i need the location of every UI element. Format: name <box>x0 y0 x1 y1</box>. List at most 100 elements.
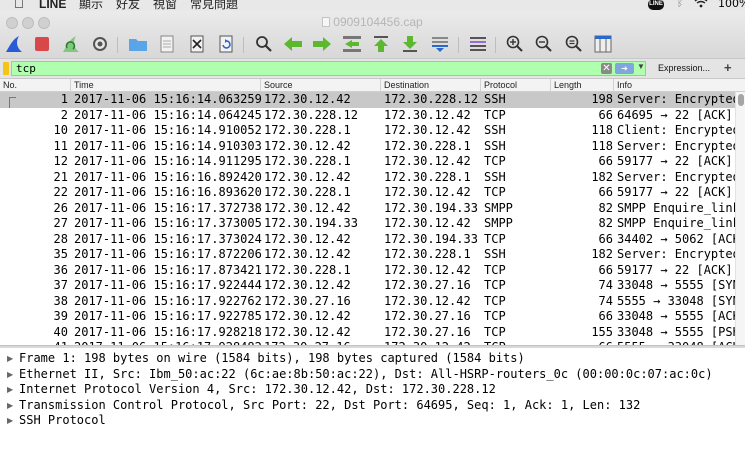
table-row[interactable]: 28 2017-11-06 15:16:17.373024 172.30.12.42… <box>0 232 735 248</box>
bluetooth-icon[interactable]: ᛒ <box>677 0 683 9</box>
menu-item-faq[interactable]: 常見問題 <box>190 0 238 11</box>
cell-info: Server: Encrypted packet (len=52) <box>617 138 735 153</box>
detail-tree-item[interactable]: ▶ Internet Protocol Version 4, Src: 172.3… <box>0 382 745 398</box>
table-row[interactable]: 2 2017-11-06 15:16:14.064245 172.30.228.12… <box>0 108 735 124</box>
normal-size-button[interactable] <box>562 34 586 56</box>
clear-filter-button[interactable]: ✕ <box>601 63 612 74</box>
battery-percent[interactable]: 100% <box>718 0 745 10</box>
cell-time: 2017-11-06 15:16:17.922785 <box>74 309 262 323</box>
restart-capture-button[interactable] <box>59 34 83 56</box>
first-packet-button[interactable] <box>369 34 393 56</box>
table-row[interactable]: 12 2017-11-06 15:16:14.911295 172.30.228.1… <box>0 154 735 170</box>
go-back-button[interactable] <box>281 34 305 56</box>
cell-proto: SSH <box>484 138 506 153</box>
stop-capture-button[interactable] <box>30 34 54 56</box>
expand-arrow-icon[interactable]: ▶ <box>7 351 13 367</box>
go-forward-button[interactable] <box>310 34 334 56</box>
menu-item-window[interactable]: 視窗 <box>153 0 177 11</box>
detail-tree-label: Transmission Control Protocol, Src Port:… <box>19 397 641 412</box>
menu-app-name[interactable]: LINE <box>39 0 66 11</box>
table-row[interactable]: 10 2017-11-06 15:16:14.910052 172.30.228.1… <box>0 123 735 139</box>
zoom-in-button[interactable] <box>503 34 527 56</box>
table-row[interactable]: 37 2017-11-06 15:16:17.922444 172.30.12.42… <box>0 278 735 294</box>
colorize-button[interactable] <box>466 34 490 56</box>
wifi-icon[interactable] <box>694 0 708 11</box>
start-capture-button[interactable] <box>2 34 26 56</box>
column-header-protocol[interactable]: Protocol <box>481 79 551 92</box>
open-file-button[interactable] <box>126 34 150 56</box>
display-filter-input[interactable] <box>11 61 646 76</box>
stop-icon <box>34 36 50 55</box>
autoscroll-button[interactable] <box>428 34 452 56</box>
apply-filter-button[interactable]: ➜ <box>615 63 634 74</box>
search-icon <box>255 35 273 56</box>
cell-proto: SMPP <box>484 200 513 215</box>
menu-item-friends[interactable]: 好友 <box>116 0 140 11</box>
detail-tree-label: Frame 1: 198 bytes on wire (1584 bits), … <box>19 351 525 365</box>
expand-arrow-icon[interactable]: ▶ <box>7 367 13 383</box>
close-file-icon <box>189 35 205 56</box>
cell-src: 172.30.228.12 <box>264 107 358 122</box>
table-row[interactable]: 35 2017-11-06 15:16:17.872206 172.30.12.42… <box>0 247 735 263</box>
close-file-button[interactable] <box>185 34 209 56</box>
detail-tree-item[interactable]: ▶ Ethernet II, Src: Ibm_50:ac:22 (6c:ae:8… <box>0 367 745 383</box>
cell-proto: SMPP <box>484 216 513 230</box>
expression-button[interactable]: Expression... <box>653 61 715 76</box>
capture-options-button[interactable] <box>88 34 112 56</box>
packet-list-scrollbar[interactable] <box>735 92 745 345</box>
column-header-no[interactable]: No. <box>0 79 71 92</box>
menu-item-view[interactable]: 顯示 <box>79 0 103 11</box>
cell-info: SMPP Enquire_link - resp <box>617 216 735 230</box>
table-row[interactable]: 39 2017-11-06 15:16:17.922785 172.30.12.42… <box>0 309 735 325</box>
column-header-time[interactable]: Time <box>71 79 261 92</box>
reload-file-button[interactable] <box>214 34 238 56</box>
expand-arrow-icon[interactable]: ▶ <box>7 413 13 429</box>
detail-tree-item[interactable]: ▶ Frame 1: 198 bytes on wire (1584 bits),… <box>0 351 745 367</box>
table-row[interactable]: 38 2017-11-06 15:16:17.922762 172.30.27.16… <box>0 294 735 310</box>
last-packet-button[interactable] <box>398 34 422 56</box>
cell-info: 59177 → 22 [ACK] Seq=53 Ack=53 <box>617 154 735 168</box>
line-tray-icon[interactable]: LINE <box>648 0 664 10</box>
expand-arrow-icon[interactable]: ▶ <box>7 382 13 398</box>
table-row-selected[interactable]: 1 2017-11-06 15:16:14.063259 172.30.12.42 1… <box>0 92 735 108</box>
shark-fin-icon <box>4 35 24 56</box>
go-to-packet-button[interactable] <box>340 34 364 56</box>
filter-history-dropdown[interactable]: ▼ <box>637 62 645 71</box>
arrow-right-icon <box>312 36 332 55</box>
cell-info: SMPP Enquire_link <box>617 200 735 215</box>
table-row[interactable]: 21 2017-11-06 15:16:16.892420 172.30.12.42… <box>0 170 735 186</box>
resize-columns-icon <box>594 35 612 56</box>
restart-shark-fin-icon <box>61 35 81 56</box>
column-header-length[interactable]: Length <box>551 79 614 92</box>
cell-no: 11 <box>53 138 68 153</box>
cell-time: 2017-11-06 15:16:17.373024 <box>74 231 262 246</box>
cell-proto: TCP <box>484 185 506 199</box>
cell-dst: 172.30.12.42 <box>384 107 471 122</box>
table-row[interactable]: 26 2017-11-06 15:16:17.372738 172.30.12.42… <box>0 201 735 217</box>
cell-src: 172.30.12.42 <box>264 278 351 292</box>
add-filter-button[interactable]: + <box>724 60 732 75</box>
zoom-out-button[interactable] <box>532 34 556 56</box>
cell-no: 2 <box>60 107 68 122</box>
column-header-source[interactable]: Source <box>261 79 381 92</box>
cell-src: 172.30.12.42 <box>264 169 351 184</box>
column-header-destination[interactable]: Destination <box>381 79 481 92</box>
bookmark-icon[interactable] <box>3 62 9 75</box>
expand-arrow-icon[interactable]: ▶ <box>7 398 13 414</box>
table-row[interactable]: 36 2017-11-06 15:16:17.873421 172.30.228.1… <box>0 263 735 279</box>
column-header-info[interactable]: Info <box>614 79 745 92</box>
table-row[interactable]: 27 2017-11-06 15:16:17.373005 172.30.194.3… <box>0 216 735 232</box>
resize-columns-button[interactable] <box>591 34 615 56</box>
detail-tree-item[interactable]: ▶ Transmission Control Protocol, Src Port… <box>0 398 745 414</box>
scrollbar-thumb[interactable] <box>738 94 744 106</box>
find-packet-button[interactable] <box>252 34 276 56</box>
table-row[interactable]: 22 2017-11-06 15:16:16.893620 172.30.228.1… <box>0 185 735 201</box>
window-titlebar: 0909104456.cap <box>0 11 745 32</box>
table-row[interactable]: 40 2017-11-06 15:16:17.928218 172.30.12.42… <box>0 325 735 341</box>
cell-dst: 172.30.12.42 <box>384 262 471 277</box>
main-toolbar <box>0 32 745 58</box>
save-file-button[interactable] <box>155 34 179 56</box>
detail-tree-item[interactable]: ▶ SSH Protocol <box>0 413 745 429</box>
apple-icon[interactable]:  <box>14 0 24 11</box>
table-row[interactable]: 11 2017-11-06 15:16:14.910303 172.30.12.42… <box>0 139 735 155</box>
